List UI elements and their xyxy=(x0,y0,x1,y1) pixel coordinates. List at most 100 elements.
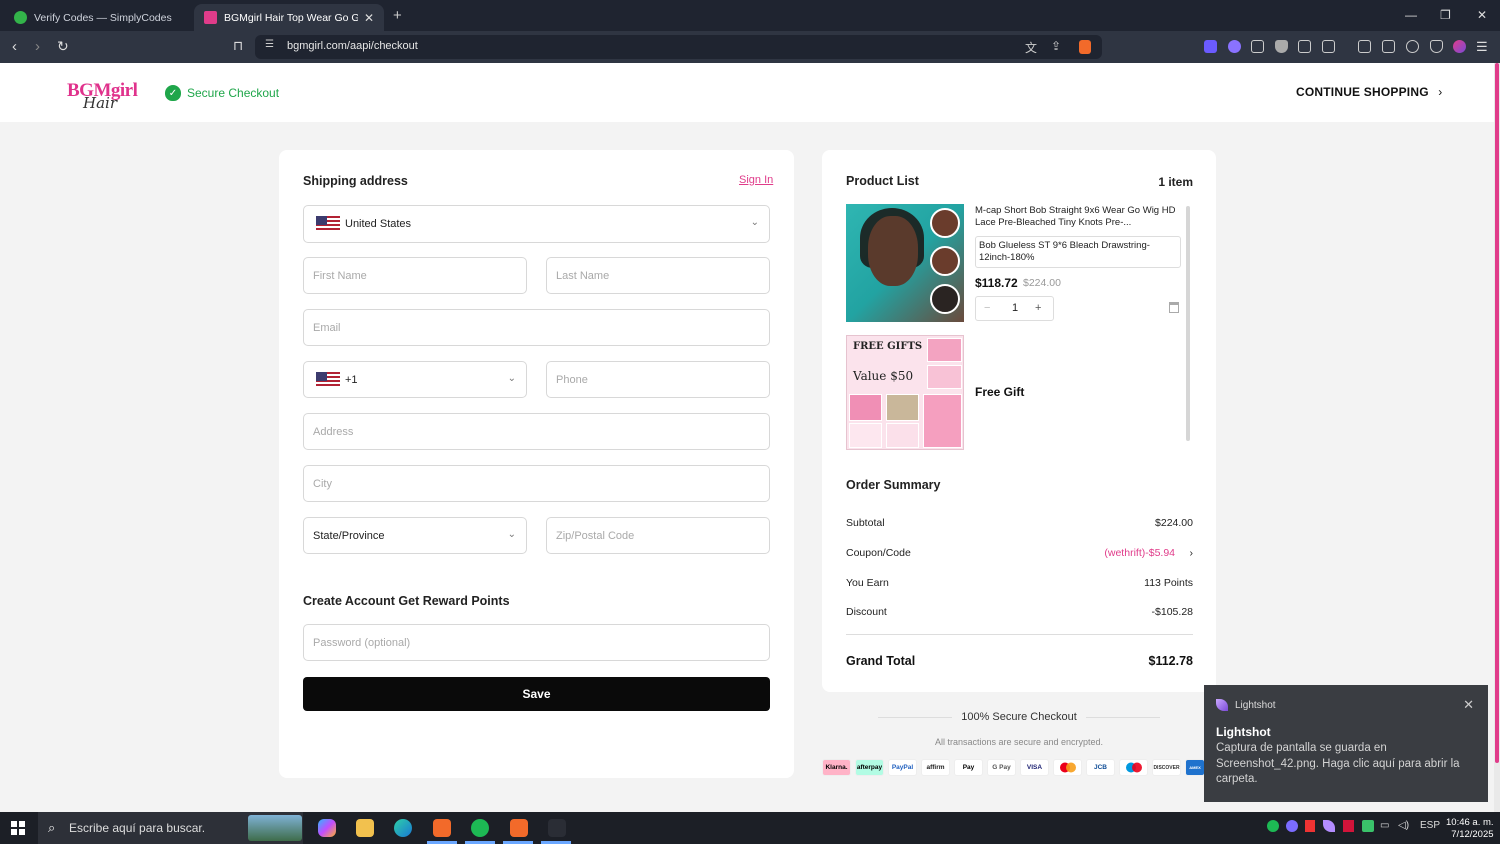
save-button[interactable]: Save xyxy=(303,677,770,711)
clock[interactable]: 10:46 a. m. 7/12/2025 xyxy=(1446,817,1494,841)
paypal-icon: PayPal xyxy=(888,759,917,776)
phone-field[interactable]: Phone xyxy=(546,361,770,398)
password-field[interactable]: Password (optional) xyxy=(303,624,770,661)
brave-active-icon[interactable] xyxy=(510,819,528,837)
shipping-card: Shipping address Sign In United States ⌄… xyxy=(279,150,794,778)
amex-icon: AMEX xyxy=(1185,759,1205,776)
apple-pay-icon: Pay xyxy=(954,759,983,776)
us-flag-icon xyxy=(316,372,340,388)
tab-title: Verify Codes — SimplyCodes xyxy=(34,11,172,24)
sidebar-icon[interactable] xyxy=(1358,40,1371,53)
reload-icon[interactable]: ↻ xyxy=(57,38,69,55)
state-select[interactable]: State/Province ⌄ xyxy=(303,517,527,554)
tab-icon[interactable] xyxy=(1322,40,1335,53)
url-text: bgmgirl.com/aapi/checkout xyxy=(287,40,418,52)
discover-icon: DISCOVER xyxy=(1152,759,1181,776)
tray-red-icon[interactable] xyxy=(1343,820,1354,832)
item-count: 1 item xyxy=(1158,175,1193,189)
forward-icon[interactable]: › xyxy=(35,38,40,55)
network-icon[interactable]: ▭ xyxy=(1380,820,1389,831)
extension-icon[interactable] xyxy=(1228,40,1241,53)
profile-icon[interactable] xyxy=(1453,40,1466,53)
restore-icon[interactable]: ❐ xyxy=(1440,8,1451,22)
tray-app-icon[interactable] xyxy=(1286,820,1298,832)
chevron-right-icon: › xyxy=(1189,547,1194,559)
product-name[interactable]: M-cap Short Bob Straight 9x6 Wear Go Wig… xyxy=(975,205,1185,229)
puzzle-icon[interactable] xyxy=(1298,40,1311,53)
shipping-title: Shipping address xyxy=(303,174,408,188)
address-bar[interactable]: ☰ bgmgirl.com/aapi/checkout 文 ⇪ xyxy=(255,35,1102,59)
coupon-row[interactable]: Coupon/Code (wethrift)-$5.94 › xyxy=(846,547,1193,559)
city-field[interactable]: City xyxy=(303,465,770,502)
brave-shields-icon[interactable] xyxy=(1079,40,1091,54)
reader-icon[interactable] xyxy=(1251,40,1264,53)
file-explorer-icon[interactable] xyxy=(356,819,374,837)
free-gift-image: FREE GIFTS Value $50 xyxy=(846,335,964,450)
plus-icon[interactable]: + xyxy=(1035,302,1041,314)
us-flag-icon xyxy=(316,216,340,232)
google-pay-icon: G Pay xyxy=(987,759,1016,776)
product-variant[interactable]: Bob Glueless ST 9*6 Bleach Drawstring-12… xyxy=(975,236,1181,268)
lightshot-notification[interactable]: Lightshot ✕ Lightshot Captura de pantall… xyxy=(1204,685,1488,802)
spotify-icon[interactable] xyxy=(471,819,489,837)
tab-verify-codes[interactable]: Verify Codes — SimplyCodes xyxy=(4,4,192,31)
bookmark-icon[interactable]: ⊓ xyxy=(233,38,243,54)
order-summary-title: Order Summary xyxy=(846,478,941,492)
edge-icon[interactable] xyxy=(394,819,412,837)
product-price: $118.72 xyxy=(975,276,1018,290)
search-icon: ⌕ xyxy=(48,820,56,835)
menu-icon[interactable]: ☰ xyxy=(1476,39,1488,55)
taskbar-search[interactable]: ⌕ Escribe aquí para buscar. xyxy=(38,812,303,844)
spotify-tray-icon[interactable] xyxy=(1267,820,1279,832)
back-icon[interactable]: ‹ xyxy=(12,38,17,55)
sign-in-link[interactable]: Sign In xyxy=(739,174,773,186)
shield-icon[interactable] xyxy=(1275,40,1288,53)
brave-icon[interactable] xyxy=(433,819,451,837)
subtotal-row: Subtotal $224.00 xyxy=(846,517,1193,529)
address-field[interactable]: Address xyxy=(303,413,770,450)
wallet-icon[interactable] xyxy=(1382,40,1395,53)
close-tab-icon[interactable]: ✕ xyxy=(364,11,374,25)
affirm-icon: affirm xyxy=(921,759,950,776)
afterpay-icon: afterpay xyxy=(855,759,884,776)
first-name-field[interactable]: First Name xyxy=(303,257,527,294)
share-icon[interactable]: ⇪ xyxy=(1051,39,1061,53)
secure-checkout-footer: 100% Secure Checkout xyxy=(878,711,1160,723)
last-name-field[interactable]: Last Name xyxy=(546,257,770,294)
volume-icon[interactable]: ◁) xyxy=(1398,820,1409,831)
continue-shopping-link[interactable]: CONTINUE SHOPPING › xyxy=(1296,85,1443,99)
trash-icon[interactable] xyxy=(1169,302,1179,313)
bgmgirl-logo[interactable]: BGMgirl Hair xyxy=(67,75,138,113)
tab-bgmgirl[interactable]: BGMgirl Hair Top Wear Go Glueless ✕ xyxy=(194,4,384,31)
tray-shield-icon[interactable] xyxy=(1305,820,1315,832)
chevron-down-icon: ⌄ xyxy=(507,373,516,384)
minus-icon[interactable]: − xyxy=(984,302,990,314)
vpn-icon[interactable] xyxy=(1430,40,1443,53)
app-icon[interactable] xyxy=(548,819,566,837)
create-account-title: Create Account Get Reward Points xyxy=(303,594,510,608)
phone-code-select[interactable]: +1 ⌄ xyxy=(303,361,527,398)
product-list-card: Product List 1 item M-cap Short Bob Stra… xyxy=(822,150,1216,692)
country-select[interactable]: United States ⌄ xyxy=(303,205,770,243)
copilot-icon[interactable] xyxy=(318,819,336,837)
close-icon[interactable]: ✕ xyxy=(1463,697,1474,713)
translate-icon[interactable]: 文 xyxy=(1025,39,1037,56)
mastercard-icon xyxy=(1053,759,1082,776)
product-list-scrollbar[interactable] xyxy=(1186,206,1190,441)
site-settings-icon[interactable]: ☰ xyxy=(265,39,274,50)
language-indicator[interactable]: ESP xyxy=(1420,820,1440,831)
close-window-icon[interactable]: ✕ xyxy=(1477,8,1487,22)
product-image[interactable] xyxy=(846,204,964,322)
extension-a-icon[interactable] xyxy=(1204,40,1217,53)
leo-ai-icon[interactable] xyxy=(1406,40,1419,53)
zip-field[interactable]: Zip/Postal Code xyxy=(546,517,770,554)
tray-green-icon[interactable] xyxy=(1362,820,1374,832)
windows-start-icon[interactable] xyxy=(11,821,25,835)
shield-check-icon: ✓ xyxy=(165,85,181,101)
lightshot-tray-icon[interactable] xyxy=(1323,820,1335,832)
email-field[interactable]: Email xyxy=(303,309,770,346)
minimize-icon[interactable]: — xyxy=(1405,8,1417,22)
new-tab-icon[interactable]: + xyxy=(393,7,402,24)
free-gift-label: Free Gift xyxy=(975,385,1025,399)
page-scrollbar[interactable] xyxy=(1494,63,1500,812)
